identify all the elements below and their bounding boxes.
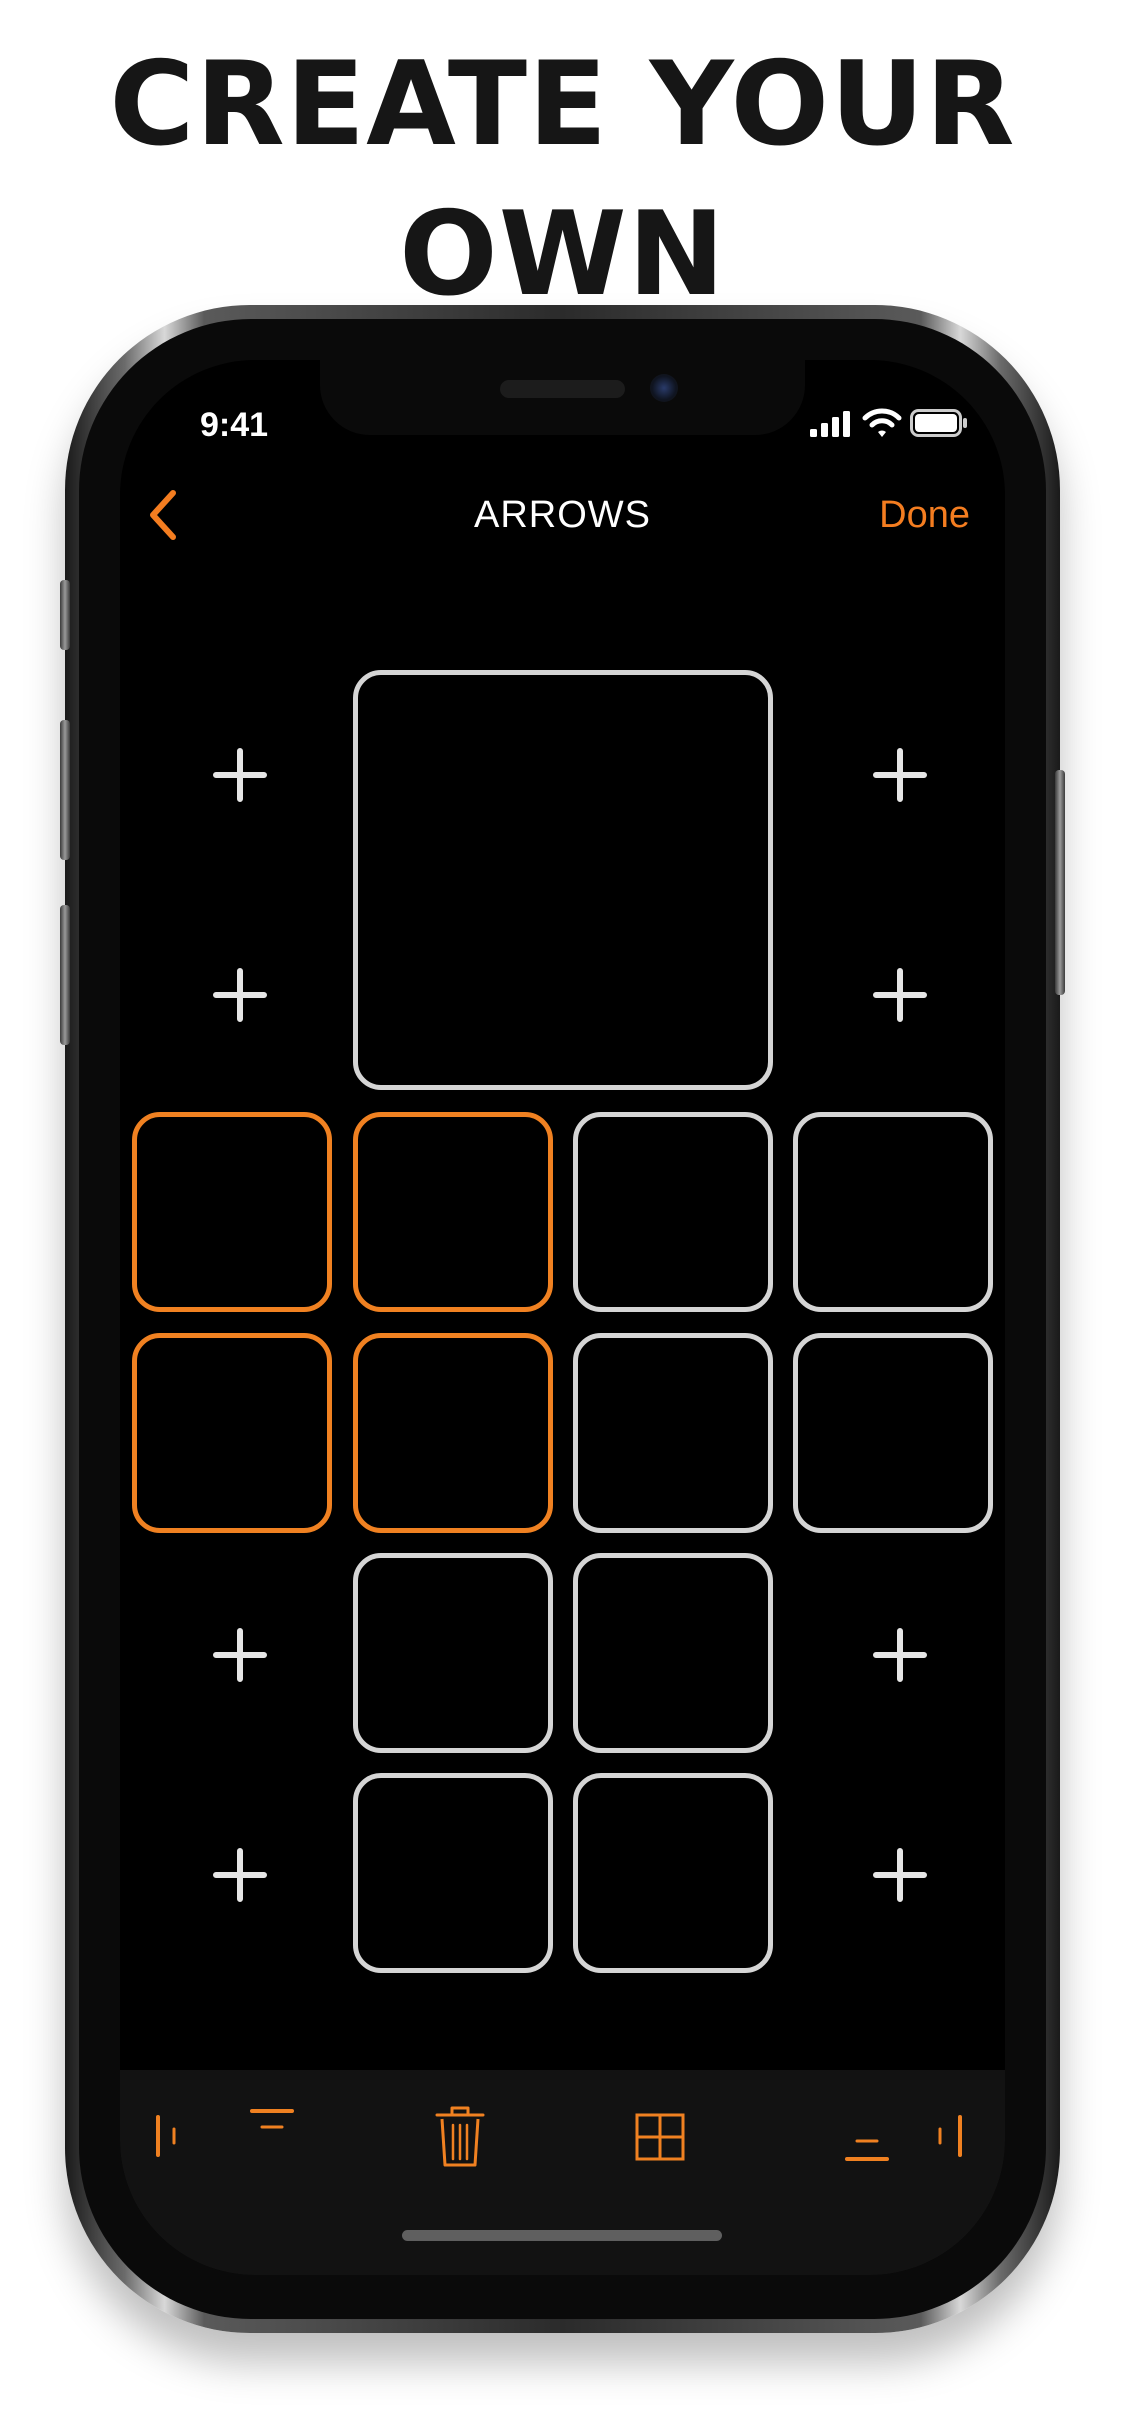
- align-left-icon: [156, 2115, 176, 2157]
- add-slot-button[interactable]: [870, 1625, 930, 1685]
- plus-icon: [873, 748, 927, 802]
- mute-switch: [60, 580, 70, 650]
- wifi-icon: [862, 408, 902, 437]
- large-button-tile[interactable]: [353, 670, 773, 1090]
- plus-icon: [213, 968, 267, 1022]
- button-tile-r2c1[interactable]: [132, 1333, 332, 1533]
- speaker: [500, 380, 625, 398]
- button-tile-r4c2[interactable]: [353, 1773, 553, 1973]
- add-slot-button[interactable]: [210, 1625, 270, 1685]
- power-button: [1055, 770, 1065, 995]
- grid-icon: [635, 2113, 685, 2161]
- status-icons: [810, 405, 970, 445]
- button-tile-r1c1[interactable]: [132, 1112, 332, 1312]
- align-right-icon: [938, 2115, 962, 2157]
- align-bottom-button[interactable]: [825, 2095, 905, 2175]
- screen: 9:41 ARROWS Done: [120, 360, 1005, 2275]
- grid-layout-button[interactable]: [625, 2095, 695, 2175]
- volume-down-button: [60, 905, 70, 1045]
- align-right-button[interactable]: [920, 2095, 980, 2175]
- align-left-button[interactable]: [150, 2095, 210, 2175]
- volume-up-button: [60, 720, 70, 860]
- button-tile-r1c2[interactable]: [353, 1112, 553, 1312]
- status-time: 9:41: [200, 406, 269, 444]
- button-tile-r1c3[interactable]: [573, 1112, 773, 1312]
- button-tile-r2c4[interactable]: [793, 1333, 993, 1533]
- button-tile-r2c2[interactable]: [353, 1333, 553, 1533]
- bottom-toolbar: [120, 2070, 1005, 2275]
- plus-icon: [213, 748, 267, 802]
- delete-button[interactable]: [425, 2095, 495, 2175]
- button-tile-r2c3[interactable]: [573, 1333, 773, 1533]
- battery-icon: [910, 409, 967, 437]
- button-tile-r4c3[interactable]: [573, 1773, 773, 1973]
- add-slot-button[interactable]: [210, 745, 270, 805]
- align-top-icon: [250, 2109, 294, 2129]
- plus-icon: [873, 968, 927, 1022]
- button-tile-r3c3[interactable]: [573, 1553, 773, 1753]
- button-tile-r3c2[interactable]: [353, 1553, 553, 1753]
- align-bottom-icon: [845, 2139, 889, 2161]
- add-slot-button[interactable]: [210, 1845, 270, 1905]
- button-tile-r1c4[interactable]: [793, 1112, 993, 1312]
- plus-icon: [213, 1628, 267, 1682]
- front-camera: [650, 374, 678, 402]
- add-slot-button[interactable]: [870, 965, 930, 1025]
- align-top-button[interactable]: [230, 2095, 310, 2175]
- done-button[interactable]: Done: [850, 485, 970, 545]
- notch: [320, 360, 805, 435]
- add-slot-button[interactable]: [870, 745, 930, 805]
- signal-icon: [810, 411, 850, 437]
- home-indicator[interactable]: [402, 2230, 722, 2241]
- add-slot-button[interactable]: [210, 965, 270, 1025]
- headline: CREATE YOUR OWN: [109, 37, 1016, 322]
- plus-icon: [873, 1848, 927, 1902]
- plus-icon: [213, 1848, 267, 1902]
- plus-icon: [873, 1628, 927, 1682]
- trash-icon: [435, 2106, 485, 2167]
- add-slot-button[interactable]: [870, 1845, 930, 1905]
